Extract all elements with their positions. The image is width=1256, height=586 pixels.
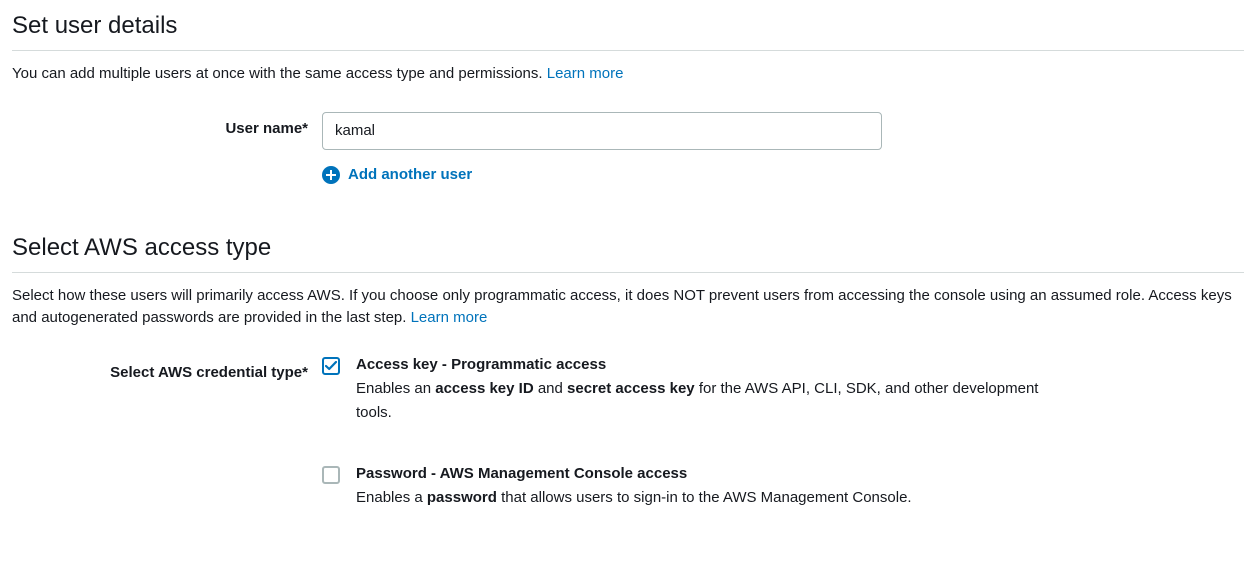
cred-label: Select AWS credential type* — [110, 364, 308, 381]
cred-field-col: Access key - Programmatic access Enables… — [322, 356, 1062, 534]
option-password: Password - AWS Management Console access… — [322, 465, 1062, 510]
username-input[interactable] — [322, 112, 882, 150]
option1-text: Access key - Programmatic access Enables… — [356, 356, 1046, 425]
username-field-col: Add another user — [322, 112, 1062, 184]
username-label: User name* — [225, 120, 308, 137]
check-icon — [325, 361, 337, 371]
option2-title: Password - AWS Management Console access — [356, 465, 1046, 482]
plus-circle-icon — [322, 166, 340, 184]
set-user-details-section: Set user details You can add multiple us… — [12, 12, 1244, 184]
checkbox-password[interactable] — [322, 466, 340, 484]
option2-text: Password - AWS Management Console access… — [356, 465, 1046, 510]
username-label-col: User name* — [12, 112, 322, 137]
add-user-label: Add another user — [348, 166, 472, 183]
section-title-user-details: Set user details — [12, 12, 1244, 51]
add-another-user-button[interactable]: Add another user — [322, 166, 1062, 184]
checkbox-wrap-1 — [322, 356, 340, 375]
learn-more-link-2[interactable]: Learn more — [411, 309, 488, 326]
option1-desc: Enables an access key ID and secret acce… — [356, 377, 1046, 425]
credential-type-row: Select AWS credential type* Access key -… — [12, 356, 1244, 534]
checkbox-wrap-2 — [322, 465, 340, 487]
section-desc-access-type: Select how these users will primarily ac… — [12, 285, 1244, 330]
option-access-key: Access key - Programmatic access Enables… — [322, 356, 1062, 425]
select-access-type-section: Select AWS access type Select how these … — [12, 234, 1244, 534]
desc-text: You can add multiple users at once with … — [12, 65, 547, 82]
checkbox-access-key[interactable] — [322, 357, 340, 375]
desc-text-2: Select how these users will primarily ac… — [12, 287, 1232, 327]
learn-more-link-1[interactable]: Learn more — [547, 65, 624, 82]
username-row: User name* Add another user — [12, 112, 1244, 184]
section-desc-user-details: You can add multiple users at once with … — [12, 63, 1244, 86]
cred-label-col: Select AWS credential type* — [12, 356, 322, 381]
option1-title: Access key - Programmatic access — [356, 356, 1046, 373]
option2-desc: Enables a password that allows users to … — [356, 486, 1046, 510]
section-title-access-type: Select AWS access type — [12, 234, 1244, 273]
